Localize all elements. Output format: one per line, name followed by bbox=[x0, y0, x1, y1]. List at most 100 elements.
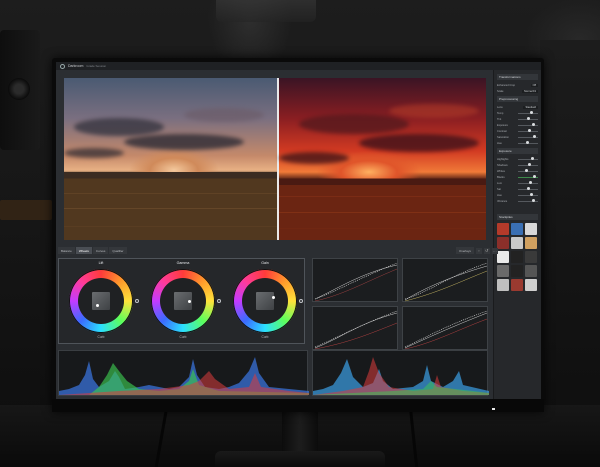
more-icon[interactable]: … bbox=[491, 247, 498, 254]
section-header[interactable]: Stockpiles bbox=[497, 214, 538, 220]
wheel-puck[interactable] bbox=[96, 304, 99, 307]
dune-line bbox=[64, 193, 277, 194]
wheel-puck-area[interactable] bbox=[92, 292, 110, 310]
dune-line bbox=[64, 226, 277, 227]
tab-balance[interactable]: Balance bbox=[58, 247, 75, 254]
slider-knob[interactable] bbox=[531, 157, 534, 160]
slider[interactable] bbox=[518, 193, 538, 196]
slider-knob[interactable] bbox=[533, 135, 536, 138]
slider-knob[interactable] bbox=[527, 187, 530, 190]
wheel-lift[interactable]: Lift Curb bbox=[69, 261, 139, 343]
setting-row[interactable]: Scale Normal Fit bbox=[497, 88, 538, 94]
slider-knob[interactable] bbox=[527, 117, 530, 120]
app-title: Darkroom bbox=[68, 64, 84, 68]
lut-thumbnail[interactable] bbox=[525, 223, 537, 235]
cloud bbox=[74, 118, 164, 136]
slider-knob[interactable] bbox=[532, 199, 535, 202]
setting-value[interactable]: Off bbox=[530, 83, 538, 87]
slider-knob[interactable] bbox=[530, 193, 533, 196]
curve-editor[interactable] bbox=[402, 258, 488, 302]
slider-knob[interactable] bbox=[530, 111, 533, 114]
gain-color-wheel[interactable] bbox=[233, 269, 297, 333]
slider[interactable] bbox=[518, 169, 538, 172]
slider-knob[interactable] bbox=[528, 163, 531, 166]
slider[interactable] bbox=[518, 117, 538, 120]
wheel-puck[interactable] bbox=[272, 296, 275, 299]
slider[interactable] bbox=[518, 141, 538, 144]
slider-label: Exposure bbox=[497, 123, 508, 127]
slider[interactable] bbox=[518, 111, 538, 114]
slider-label: Saturation bbox=[497, 135, 509, 139]
wheel-puck-area[interactable] bbox=[256, 292, 274, 310]
lut-thumbnail[interactable] bbox=[525, 279, 537, 291]
slider-knob[interactable] bbox=[533, 175, 536, 178]
slider-knob[interactable] bbox=[529, 181, 532, 184]
lut-thumbnail[interactable] bbox=[497, 237, 509, 249]
setting-label: Enhanced Crop bbox=[497, 83, 516, 87]
slider[interactable] bbox=[518, 175, 538, 178]
wheel-gamma[interactable]: Gamma Curb bbox=[151, 261, 221, 343]
lut-thumbnail[interactable] bbox=[511, 223, 523, 235]
lut-thumbnail[interactable] bbox=[525, 265, 537, 277]
lut-thumbnail[interactable] bbox=[497, 251, 509, 263]
lut-thumbnail[interactable] bbox=[511, 237, 523, 249]
slider-knob[interactable] bbox=[526, 141, 529, 144]
slider-knob[interactable] bbox=[532, 123, 535, 126]
wheel-center bbox=[160, 278, 206, 324]
lift-color-wheel[interactable] bbox=[69, 269, 133, 333]
curve-editor[interactable] bbox=[402, 306, 488, 350]
slider[interactable] bbox=[518, 123, 538, 126]
slider[interactable] bbox=[518, 199, 538, 202]
tab-curves[interactable]: Curves bbox=[92, 247, 109, 254]
wheel-reset-icon[interactable] bbox=[135, 299, 139, 303]
tab-wheels[interactable]: Wheels bbox=[75, 247, 92, 254]
overlays-dropdown[interactable]: Overlays bbox=[456, 247, 474, 254]
reset-icon[interactable]: ↺ bbox=[483, 247, 490, 254]
histogram-left bbox=[58, 350, 309, 396]
tab-qualifier[interactable]: Qualifier bbox=[109, 247, 127, 254]
slider[interactable] bbox=[518, 181, 538, 184]
image-viewer[interactable] bbox=[64, 78, 486, 240]
section-header[interactable]: Transformations bbox=[497, 74, 538, 80]
speaker-cone bbox=[8, 78, 30, 100]
curve-editor[interactable] bbox=[312, 306, 398, 350]
lut-thumbnail[interactable] bbox=[511, 265, 523, 277]
gamma-color-wheel[interactable] bbox=[151, 269, 215, 333]
section-header[interactable]: Exposure bbox=[497, 148, 538, 154]
cloud bbox=[389, 104, 479, 118]
cloud bbox=[184, 108, 264, 122]
curve-editor[interactable] bbox=[312, 258, 398, 302]
section-header[interactable]: Preprocessing bbox=[497, 96, 538, 102]
slider[interactable] bbox=[518, 135, 538, 138]
dune-line bbox=[279, 228, 486, 229]
wheel-reset-icon[interactable] bbox=[217, 299, 221, 303]
wheel-footer: Curb bbox=[179, 335, 187, 339]
lut-thumbnail[interactable] bbox=[525, 251, 537, 263]
slider[interactable] bbox=[518, 129, 538, 132]
app-logo-icon bbox=[60, 63, 65, 69]
slider-knob[interactable] bbox=[528, 129, 531, 132]
wheel-footer: Curb bbox=[261, 335, 269, 339]
compare-icon[interactable]: ▫ bbox=[475, 247, 482, 254]
lut-thumbnail[interactable] bbox=[525, 237, 537, 249]
dune-line bbox=[64, 208, 277, 209]
lut-thumbnail[interactable] bbox=[497, 223, 509, 235]
wheel-reset-icon[interactable] bbox=[299, 299, 303, 303]
dune-line bbox=[279, 196, 486, 197]
setting-value[interactable]: Standard bbox=[523, 105, 538, 109]
lut-thumbnail[interactable] bbox=[511, 251, 523, 263]
setting-value[interactable]: Normal Fit bbox=[522, 89, 538, 93]
lut-thumbnail[interactable] bbox=[497, 265, 509, 277]
wheel-puck[interactable] bbox=[188, 300, 191, 303]
slider[interactable] bbox=[518, 163, 538, 166]
slider-row[interactable]: Hue bbox=[497, 140, 538, 146]
slider[interactable] bbox=[518, 187, 538, 190]
slider[interactable] bbox=[518, 157, 538, 160]
lut-thumbnail[interactable] bbox=[511, 279, 523, 291]
slider-knob[interactable] bbox=[525, 169, 528, 172]
lut-thumbnail[interactable] bbox=[497, 279, 509, 291]
slider-row[interactable]: Vibrance bbox=[497, 198, 538, 204]
wheel-gain[interactable]: Gain Curb bbox=[233, 261, 303, 343]
slider-label: Lum bbox=[497, 181, 503, 185]
slider-label: Sat bbox=[497, 187, 501, 191]
